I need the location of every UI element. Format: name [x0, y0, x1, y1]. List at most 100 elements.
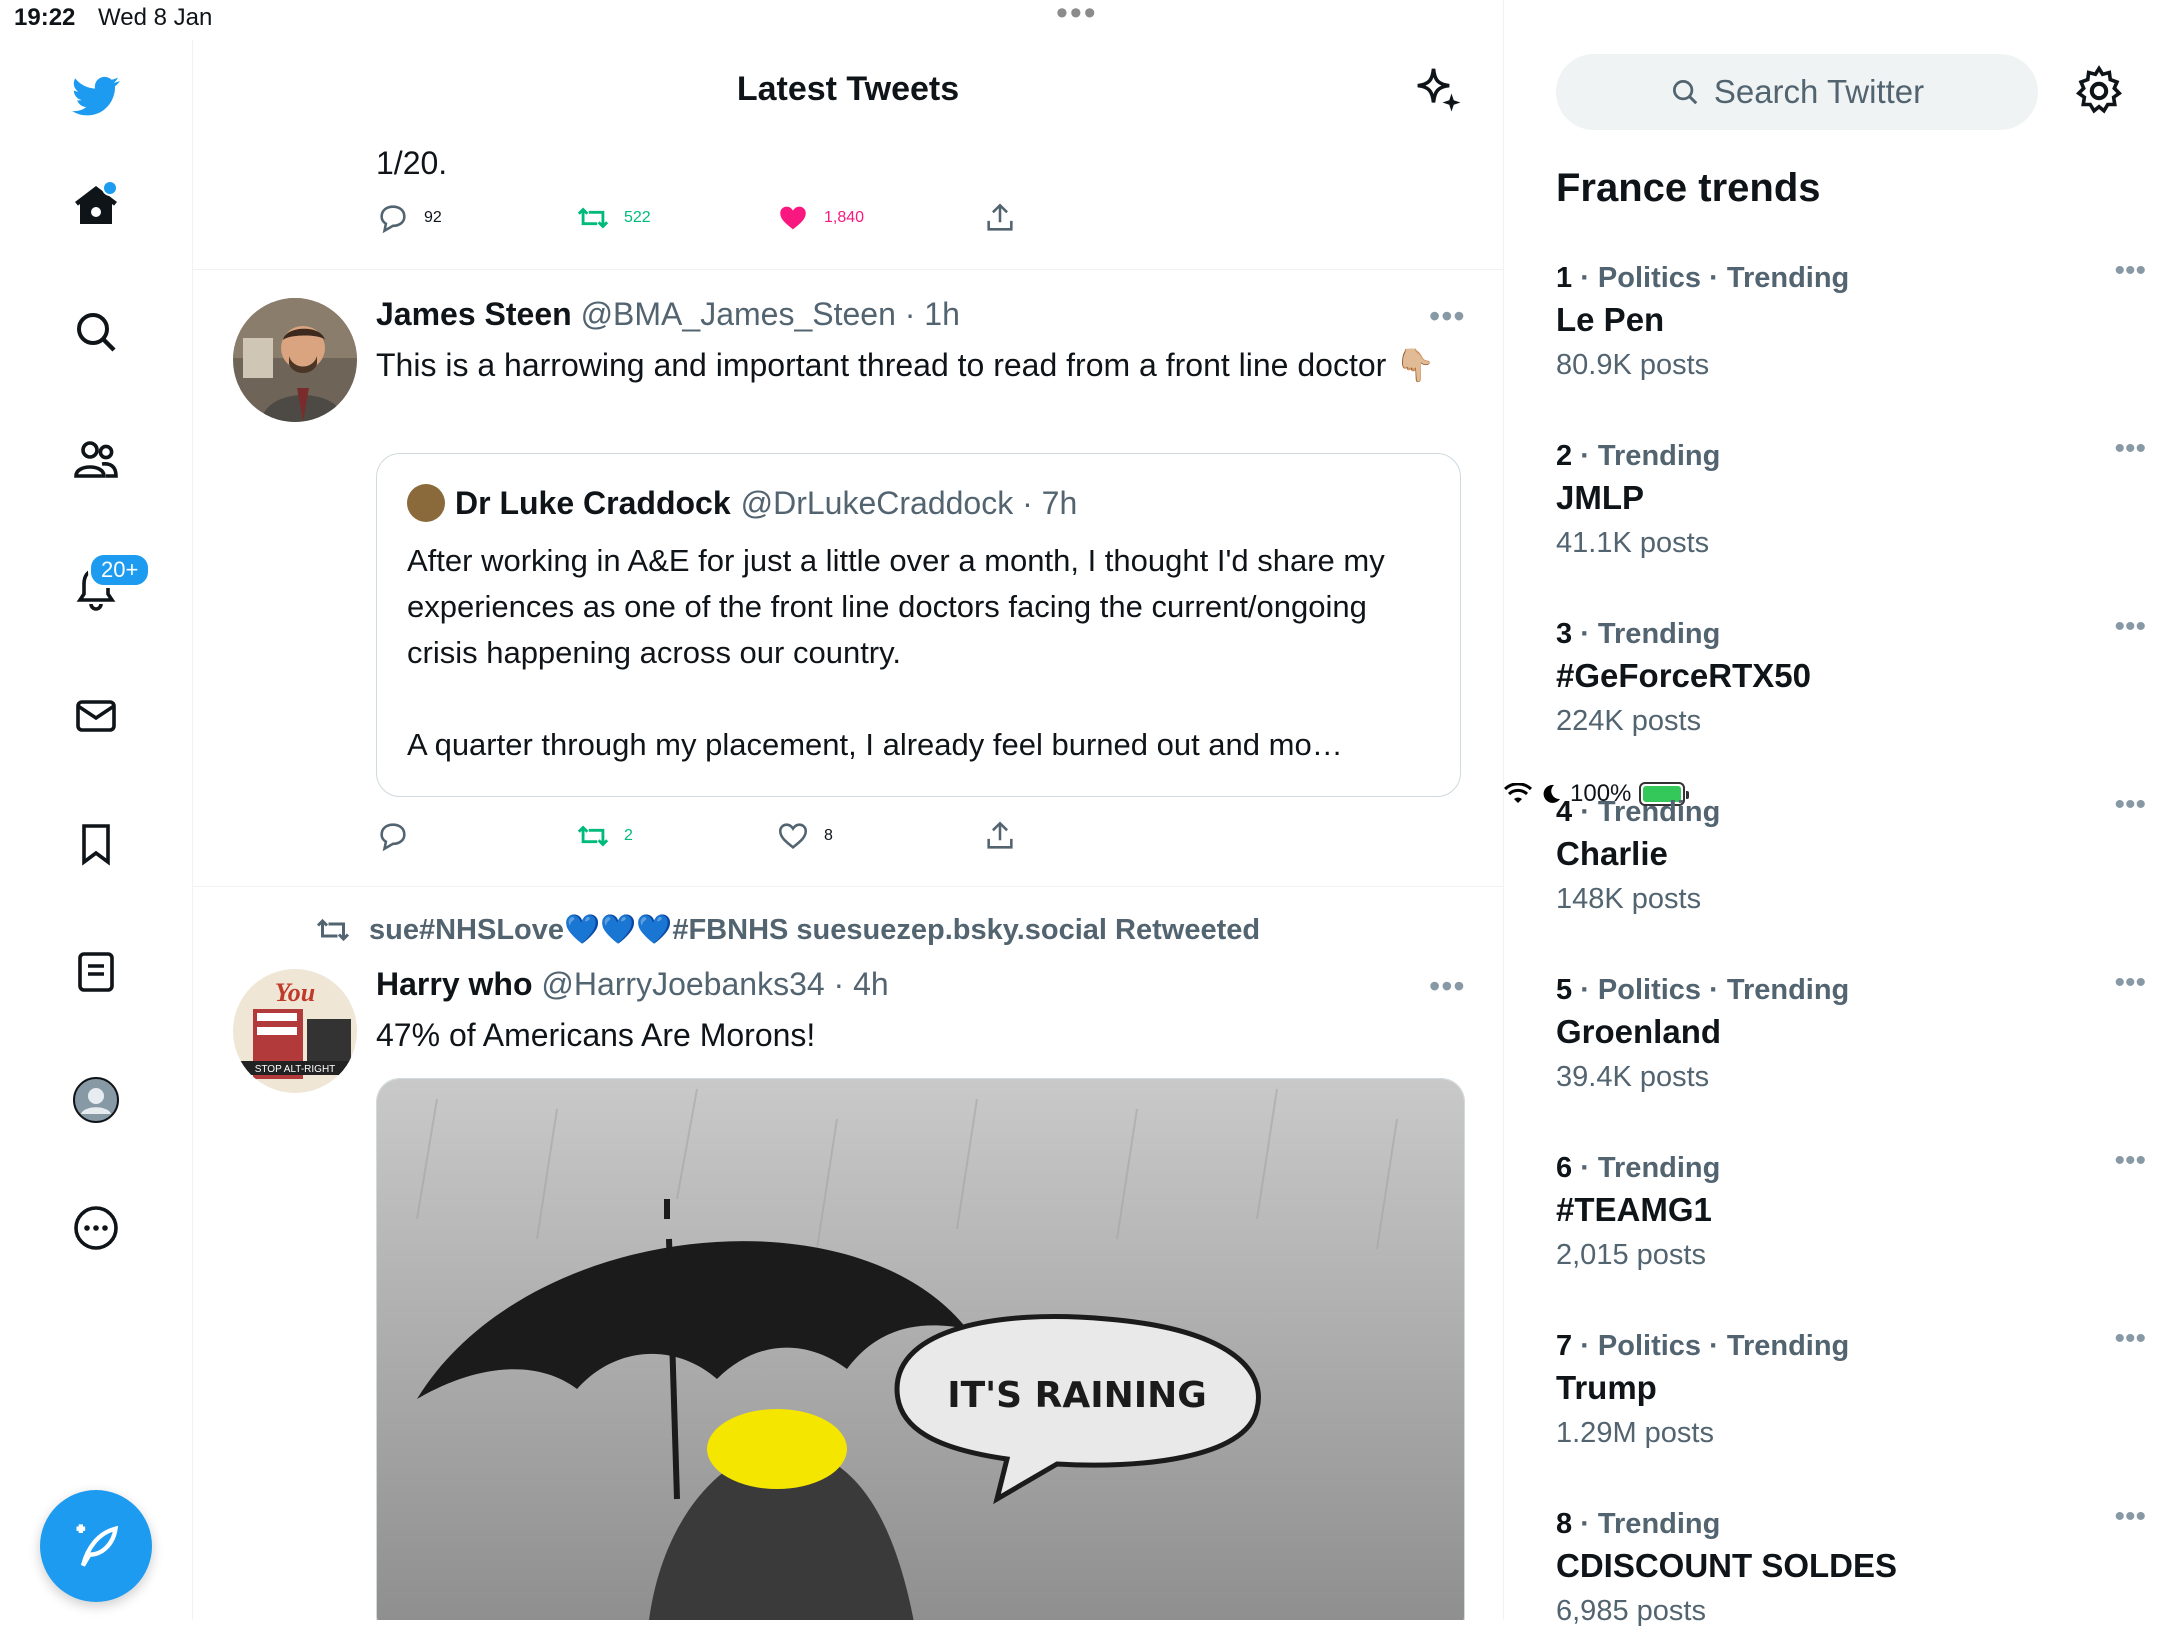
retweeted-by-line[interactable]: sue#NHSLove💙💙💙#FBNHS suesuezep.bsky.soci…	[315, 912, 1260, 948]
author-name[interactable]: Harry who	[376, 966, 532, 1002]
reply-button[interactable]: 92	[376, 201, 442, 235]
right-panel: Search Twitter France trends 1 · Politic…	[1504, 40, 2160, 1627]
bookmarks-icon[interactable]	[64, 812, 128, 876]
quote-header: Dr Luke Craddock @DrLukeCraddock · 7h	[407, 484, 1077, 522]
trend-count: 6,985 posts	[1556, 1595, 1706, 1627]
trend-meta: 4 · Trending	[1556, 796, 2116, 829]
retweet-icon	[577, 825, 609, 847]
trend-item[interactable]: 1 · Politics · Trending Le Pen 80.9K pos…	[1556, 254, 2146, 382]
trend-count: 1.29M posts	[1556, 1417, 1714, 1449]
trend-context: · Politics · Trending	[1572, 1330, 1850, 1362]
trend-item[interactable]: 3 · Trending #GeForceRTX50 224K posts ••…	[1556, 610, 2146, 738]
trend-more-icon[interactable]: •••	[2114, 1322, 2146, 1356]
trend-term: Groenland	[1556, 1013, 1722, 1050]
home-icon[interactable]	[64, 174, 128, 238]
trend-term: CDISCOUNT SOLDES	[1556, 1547, 1898, 1584]
trend-context: · Trending	[1572, 618, 1721, 650]
trend-item[interactable]: 7 · Politics · Trending Trump 1.29M post…	[1556, 1322, 2146, 1450]
tweet-text: This is a harrowing and important thread…	[376, 347, 1436, 383]
trend-term: #TEAMG1	[1556, 1191, 1712, 1228]
trend-more-icon[interactable]: •••	[2114, 1500, 2146, 1534]
messages-icon[interactable]	[64, 684, 128, 748]
quote-avatar	[407, 484, 445, 522]
page-title: Latest Tweets	[736, 70, 960, 108]
trend-rank: 6	[1556, 1152, 1573, 1184]
search-icon[interactable]	[64, 300, 128, 364]
compose-tweet-button[interactable]	[40, 1490, 152, 1602]
trend-item[interactable]: 2 · Trending JMLP 41.1K posts •••	[1556, 432, 2146, 560]
quote-paragraph: After working in A&E for just a little o…	[407, 543, 1385, 670]
status-time: 19:22	[14, 4, 76, 31]
search-placeholder: Search Twitter	[1713, 73, 1925, 110]
search-icon	[1672, 80, 1698, 105]
author-handle[interactable]: @HarryJoebanks34 · 4h	[541, 966, 888, 1002]
trend-context: · Politics · Trending	[1572, 262, 1850, 294]
quoted-tweet[interactable]: Dr Luke Craddock @DrLukeCraddock · 7h Af…	[376, 453, 1461, 797]
trend-item[interactable]: 6 · Trending #TEAMG1 2,015 posts •••	[1556, 1144, 2146, 1272]
trend-context: · Trending	[1572, 796, 1721, 828]
quote-author-name: Dr Luke Craddock	[455, 484, 731, 521]
trend-meta: 3 · Trending	[1556, 618, 2116, 651]
timeline[interactable]: 1/20. 92 522 1,840 James Steen @BMA_Jame…	[193, 0, 1504, 1620]
trend-more-icon[interactable]: •••	[2114, 432, 2146, 466]
tweet-more-icon[interactable]: •••	[1429, 298, 1466, 335]
reply-count: 92	[424, 209, 442, 226]
trend-item[interactable]: 8 · Trending CDISCOUNT SOLDES 6,985 post…	[1556, 1500, 2146, 1628]
share-button[interactable]	[983, 201, 1017, 235]
like-button[interactable]: 1,840	[776, 201, 864, 235]
like-count: 1,840	[824, 209, 865, 226]
heart-filled-icon	[780, 206, 806, 230]
trend-meta: 7 · Politics · Trending	[1556, 1330, 2116, 1363]
trend-context: · Politics · Trending	[1572, 974, 1850, 1006]
trend-term: Le Pen	[1556, 301, 1665, 338]
reply-icon	[380, 823, 406, 852]
search-input[interactable]: Search Twitter	[1556, 54, 2038, 130]
author-name[interactable]: James Steen	[376, 296, 572, 332]
reply-button[interactable]	[376, 819, 424, 853]
share-button[interactable]	[983, 819, 1017, 853]
more-options-icon[interactable]	[64, 1196, 128, 1260]
heart-icon	[778, 823, 808, 849]
quote-text: After working in A&E for just a little o…	[407, 538, 1437, 768]
avatar[interactable]: You STOP ALT-RIGHT	[233, 969, 357, 1093]
trend-rank: 2	[1556, 440, 1573, 472]
notifications-badge: 20+	[88, 552, 152, 588]
lists-icon[interactable]	[64, 940, 128, 1004]
avatar[interactable]	[233, 298, 357, 422]
retweet-button[interactable]: 522	[576, 201, 651, 235]
settings-gear-icon[interactable]	[2072, 64, 2126, 118]
trend-rank: 1	[1556, 262, 1573, 294]
trend-count: 148K posts	[1556, 883, 1702, 915]
trend-item[interactable]: 4 · Trending Charlie 148K posts •••	[1556, 788, 2146, 916]
retweeted-by-text: sue#NHSLove💙💙💙#FBNHS suesuezep.bsky.soci…	[369, 914, 1261, 946]
trend-rank: 5	[1556, 974, 1573, 1006]
trend-term: #GeForceRTX50	[1556, 657, 1811, 694]
retweet-button[interactable]: 2	[576, 819, 633, 853]
trend-item[interactable]: 5 · Politics · Trending Groenland 39.4K …	[1556, 966, 2146, 1094]
trends-title: France trends	[1556, 166, 1821, 210]
author-handle[interactable]: @BMA_James_Steen · 1h	[581, 296, 960, 332]
trend-more-icon[interactable]: •••	[2114, 1144, 2146, 1178]
trend-context: · Trending	[1572, 440, 1721, 472]
retweet-small-icon	[316, 918, 350, 942]
trend-rank: 3	[1556, 618, 1573, 650]
tweet-more-icon[interactable]: •••	[1429, 968, 1466, 1005]
profile-avatar-icon[interactable]	[64, 1068, 128, 1132]
communities-icon[interactable]	[64, 428, 128, 492]
trend-more-icon[interactable]: •••	[2114, 966, 2146, 1000]
trend-more-icon[interactable]: •••	[2114, 254, 2146, 288]
trend-meta: 2 · Trending	[1556, 440, 2116, 473]
like-button[interactable]: 8	[776, 819, 833, 853]
twitter-logo-icon[interactable]	[64, 64, 128, 128]
share-icon	[987, 821, 1013, 849]
trend-more-icon[interactable]: •••	[2114, 788, 2146, 822]
sparkle-icon[interactable]	[1411, 62, 1465, 116]
trend-meta: 8 · Trending	[1556, 1508, 2116, 1541]
retweet-icon	[577, 207, 609, 229]
retweet-count: 2	[624, 827, 633, 844]
trend-term: Charlie	[1556, 835, 1668, 872]
quote-paragraph: A quarter through my placement, I alread…	[407, 727, 1343, 762]
trend-more-icon[interactable]: •••	[2114, 610, 2146, 644]
tweet-image[interactable]: IT'S RAINING	[376, 1078, 1465, 1620]
compose-feather-icon	[76, 1524, 119, 1567]
